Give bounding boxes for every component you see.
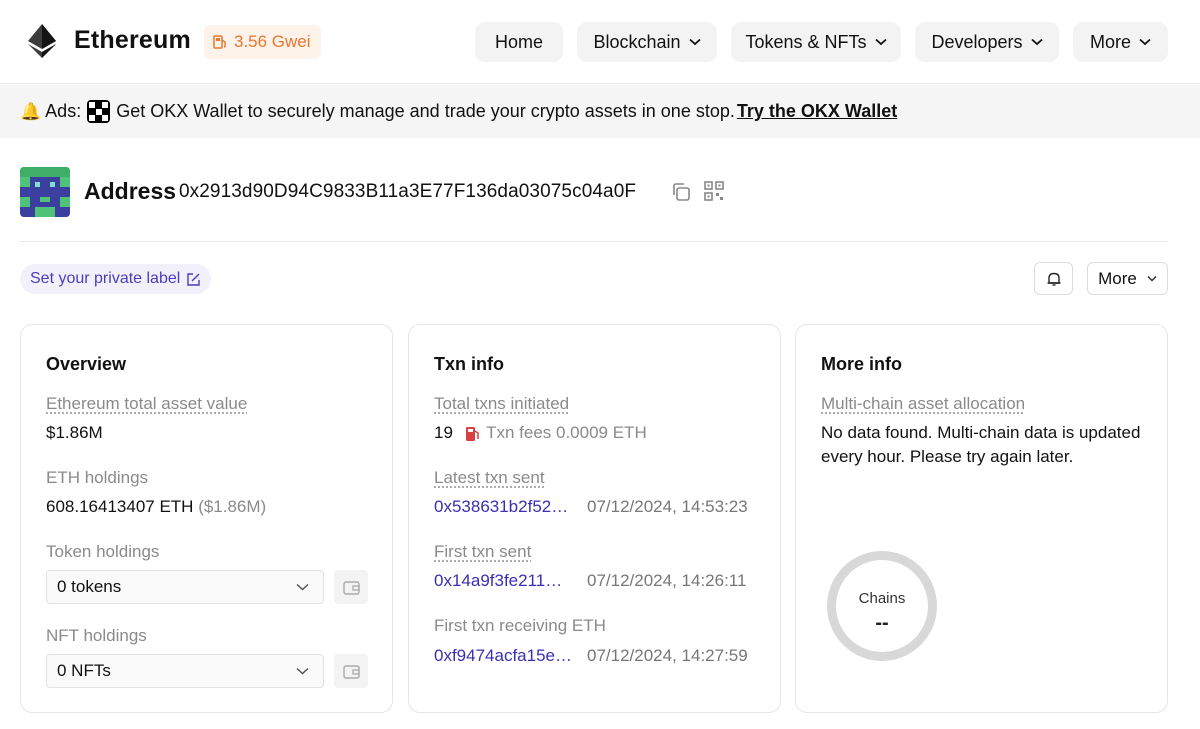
latest-txn-row: 0x538631b2f52… 07/12/2024, 14:53:23 (434, 497, 748, 517)
chevron-down-icon (1030, 38, 1043, 46)
section-divider (20, 241, 1168, 242)
chevron-down-icon (296, 667, 309, 675)
brand-name[interactable]: Ethereum (74, 26, 191, 55)
first-recv-row: 0xf9474acfa15e… 07/12/2024, 14:27:59 (434, 646, 748, 666)
nav-developers-label: Developers (931, 31, 1023, 52)
total-asset-value: $1.86M (46, 423, 103, 442)
latest-txn-hash-link[interactable]: 0x538631b2f52… (434, 497, 579, 517)
chevron-down-icon (1139, 38, 1151, 46)
first-recv-label: First txn receiving ETH (434, 616, 606, 635)
chains-label: Chains (858, 590, 906, 607)
nav-blockchain-label: Blockchain (593, 31, 681, 52)
more-actions-label: More (1098, 268, 1137, 288)
token-holdings-value: 0 tokens (57, 577, 122, 596)
nft-holdings-dropdown[interactable]: 0 NFTs (46, 654, 324, 688)
set-private-label-text: Set your private label (30, 270, 181, 287)
first-txn-hash-link[interactable]: 0x14a9f3fe211… (434, 571, 579, 591)
nft-wallet-button[interactable] (334, 654, 368, 688)
txn-info-title: Txn info (434, 354, 504, 374)
fuel-pump-icon (465, 426, 479, 441)
chevron-down-icon (688, 38, 701, 46)
total-txns-row: 19 Txn fees 0.0009 ETH (434, 423, 647, 443)
gas-price-badge[interactable]: 3.56 Gwei (204, 25, 321, 59)
ads-banner: 🔔 Ads: Get OKX Wallet to securely manage… (0, 85, 1200, 138)
edit-icon (187, 272, 201, 286)
token-wallet-button[interactable] (334, 570, 368, 604)
no-data-message: No data found. Multi-chain data is updat… (821, 423, 1141, 466)
bell-emoji-icon: 🔔 (20, 101, 42, 121)
ethereum-logo-icon[interactable] (28, 24, 56, 58)
total-txns-label[interactable]: Total txns initiated (434, 394, 569, 414)
first-recv-time: 07/12/2024, 14:27:59 (587, 646, 748, 665)
ads-text: Get OKX Wallet to securely manage and tr… (116, 101, 735, 121)
chains-value: -- (875, 612, 889, 634)
more-info-card: More info Multi-chain asset allocation N… (795, 324, 1168, 713)
nav-tokens-nfts[interactable]: Tokens & NFTs (731, 22, 901, 62)
address-hash: 0x2913d90D94C9833B11a3E77F136da03075c04a… (179, 181, 637, 202)
ads-cta-link[interactable]: Try the OKX Wallet (737, 101, 897, 122)
txn-fees-text: Txn fees 0.0009 ETH (486, 423, 647, 442)
nav-more[interactable]: More (1073, 22, 1168, 62)
address-heading: Address (84, 178, 177, 204)
nav-blockchain[interactable]: Blockchain (577, 22, 717, 62)
chevron-down-icon (296, 583, 309, 591)
overview-card: Overview Ethereum total asset value $1.8… (20, 324, 393, 713)
total-asset-label[interactable]: Ethereum total asset value (46, 394, 247, 414)
chains-donut-chart: Chains -- (827, 551, 937, 661)
eth-holdings-usd: ($1.86M) (198, 497, 267, 516)
set-private-label-button[interactable]: Set your private label (20, 264, 212, 294)
chevron-down-icon (874, 38, 887, 46)
nft-holdings-label: NFT holdings (46, 626, 147, 645)
latest-txn-time: 07/12/2024, 14:53:23 (587, 497, 748, 516)
txn-info-card: Txn info Total txns initiated 19 Txn fee… (408, 324, 781, 713)
nav-tokens-nfts-label: Tokens & NFTs (745, 31, 867, 52)
first-txn-row: 0x14a9f3fe211… 07/12/2024, 14:26:11 (434, 571, 746, 591)
nft-holdings-value: 0 NFTs (57, 661, 111, 680)
more-info-title: More info (821, 354, 902, 374)
wallet-icon (342, 664, 360, 679)
total-txns-value: 19 (434, 423, 453, 442)
nav-developers[interactable]: Developers (915, 22, 1059, 62)
address-avatar (20, 167, 70, 217)
token-holdings-label: Token holdings (46, 542, 160, 561)
first-recv-hash-link[interactable]: 0xf9474acfa15e… (434, 646, 579, 666)
allocation-label[interactable]: Multi-chain asset allocation (821, 394, 1025, 414)
ads-prefix: Ads: (45, 101, 82, 121)
nav-more-label: More (1089, 31, 1131, 52)
wallet-icon (342, 580, 360, 595)
latest-txn-label[interactable]: Latest txn sent (434, 468, 545, 488)
more-actions-dropdown[interactable]: More (1087, 262, 1168, 295)
eth-holdings-amount: 608.16413407 ETH (46, 497, 194, 516)
nav-home[interactable]: Home (475, 22, 563, 62)
eth-holdings-value: 608.16413407 ETH ($1.86M) (46, 497, 266, 517)
gas-price-value: 3.56 Gwei (234, 32, 311, 51)
bell-icon (1047, 272, 1060, 286)
notification-bell-button[interactable] (1034, 262, 1073, 295)
token-holdings-dropdown[interactable]: 0 tokens (46, 570, 324, 604)
eth-holdings-label: ETH holdings (46, 468, 149, 487)
gas-pump-icon (213, 35, 226, 49)
okx-logo-icon (87, 100, 111, 123)
chevron-down-icon (1147, 275, 1157, 282)
first-txn-time: 07/12/2024, 14:26:11 (587, 571, 747, 590)
qr-code-icon[interactable] (704, 181, 724, 201)
copy-icon[interactable] (670, 181, 692, 203)
top-header: Ethereum 3.56 Gwei Home Blockchain Token… (0, 0, 1200, 84)
overview-title: Overview (46, 354, 127, 374)
nav-home-label: Home (494, 31, 543, 52)
first-txn-label[interactable]: First txn sent (434, 542, 531, 562)
